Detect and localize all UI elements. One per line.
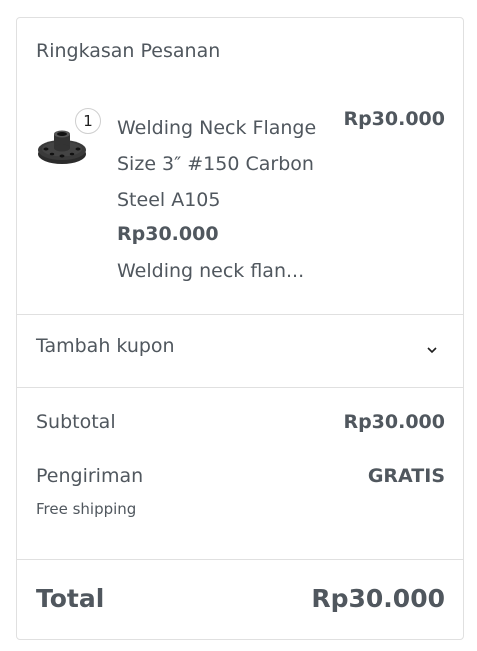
order-summary-card: Ringkasan Pesanan 1 Welding Neck Flange … — [16, 17, 464, 640]
shipping-label: Pengiriman — [36, 465, 144, 487]
product-description: Welding neck flan... — [117, 260, 305, 282]
divider — [17, 559, 463, 560]
total-label: Total — [36, 584, 105, 613]
quantity-badge: 1 — [75, 108, 101, 134]
total-value: Rp30.000 — [311, 584, 445, 613]
product-name-line: Welding Neck Flange — [117, 117, 317, 139]
shipping-method: Free shipping — [36, 500, 137, 518]
add-coupon-label: Tambah kupon — [36, 335, 175, 357]
product-line-total: Rp30.000 — [343, 108, 445, 130]
subtotal-label: Subtotal — [36, 411, 116, 433]
product-name-line: Steel A105 — [117, 189, 221, 211]
chevron-down-icon[interactable] — [425, 343, 439, 357]
product-name-line: Size 3″ #150 Carbon — [117, 153, 314, 175]
product-unit-price: Rp30.000 — [117, 223, 219, 245]
product-name: Welding Neck Flange Size 3″ #150 Carbon … — [117, 110, 337, 218]
order-summary-title: Ringkasan Pesanan — [36, 40, 221, 62]
divider — [17, 387, 463, 388]
shipping-value: GRATIS — [367, 465, 445, 487]
subtotal-value: Rp30.000 — [343, 411, 445, 433]
add-coupon-toggle[interactable]: Tambah kupon — [17, 315, 463, 387]
